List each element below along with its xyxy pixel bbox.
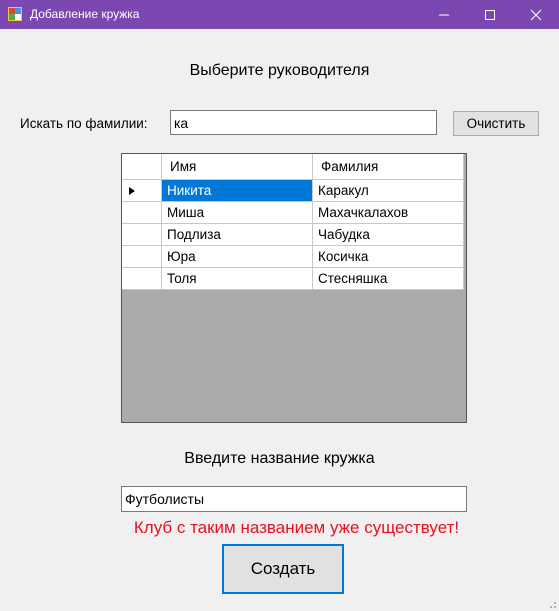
heading-choose-leader: Выберите руководителя — [189, 62, 370, 79]
column-header-name[interactable]: Имя — [162, 154, 313, 180]
minimize-button[interactable] — [421, 0, 467, 29]
cell-surname[interactable]: Каракул — [313, 180, 464, 202]
app-icon — [8, 7, 22, 21]
club-name-input[interactable] — [121, 486, 467, 512]
close-button[interactable] — [513, 0, 559, 29]
grid-header-row: Имя Фамилия — [122, 154, 464, 180]
table-row[interactable]: Никита Каракул — [122, 180, 464, 202]
arrow-right-icon — [129, 187, 135, 195]
cell-surname[interactable]: Махачкалахов — [313, 202, 464, 224]
row-header[interactable] — [122, 224, 162, 246]
table-row[interactable]: Подлиза Чабудка — [122, 224, 464, 246]
cell-name[interactable]: Миша — [162, 202, 313, 224]
table-row[interactable]: Толя Стесняшка — [122, 268, 464, 290]
cell-surname[interactable]: Чабудка — [313, 224, 464, 246]
heading-club-name: Введите название кружка — [184, 450, 375, 467]
row-header[interactable] — [122, 202, 162, 224]
row-header[interactable] — [122, 246, 162, 268]
row-header[interactable] — [122, 268, 162, 290]
minimize-icon — [439, 14, 449, 16]
resize-grip-icon[interactable] — [547, 599, 557, 609]
create-button[interactable]: Создать — [222, 544, 344, 594]
table-row[interactable]: Миша Махачкалахов — [122, 202, 464, 224]
close-icon — [530, 9, 542, 21]
cell-name[interactable]: Толя — [162, 268, 313, 290]
clear-button[interactable]: Очистить — [453, 111, 539, 136]
column-header-surname[interactable]: Фамилия — [313, 154, 464, 180]
maximize-icon — [485, 10, 495, 20]
search-label: Искать по фамилии: — [20, 116, 148, 131]
cell-name[interactable]: Никита — [162, 180, 313, 202]
cell-surname[interactable]: Стесняшка — [313, 268, 464, 290]
cell-name[interactable]: Юра — [162, 246, 313, 268]
error-message: Клуб с таким названием уже существует! — [133, 518, 460, 537]
window-title: Добавление кружка — [30, 7, 140, 21]
cell-surname[interactable]: Косичка — [313, 246, 464, 268]
row-header[interactable] — [122, 180, 162, 202]
title-bar: Добавление кружка — [0, 0, 559, 29]
grid-corner — [122, 154, 162, 180]
surname-search-input[interactable] — [170, 110, 437, 135]
table-row[interactable]: Юра Косичка — [122, 246, 464, 268]
cell-name[interactable]: Подлиза — [162, 224, 313, 246]
maximize-button[interactable] — [467, 0, 513, 29]
leaders-grid[interactable]: Имя Фамилия Никита Каракул Миша Махачкал… — [121, 153, 467, 423]
